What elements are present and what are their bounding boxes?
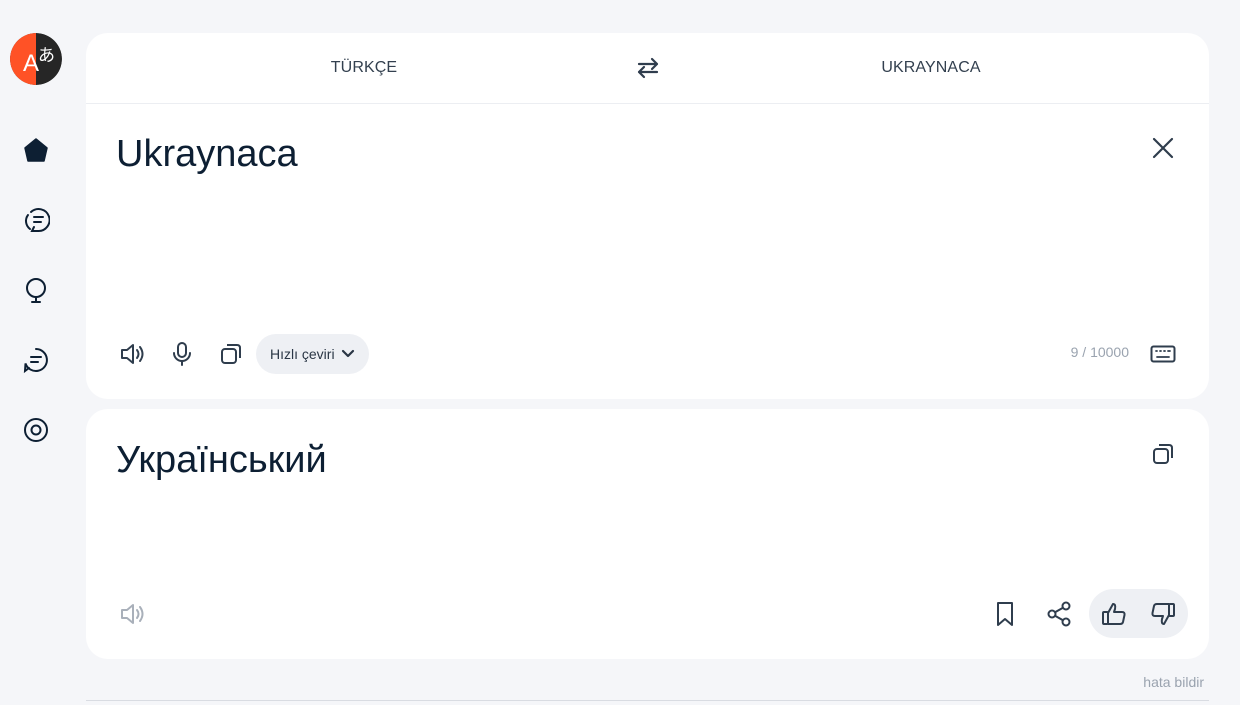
- thumbs-down-icon: [1151, 603, 1175, 625]
- svg-text:A: A: [23, 50, 39, 77]
- source-language-button[interactable]: TÜRKÇE: [264, 33, 464, 103]
- keyboard-icon: [1150, 345, 1176, 363]
- quick-translate-label: Hızlı çeviri: [270, 346, 335, 362]
- clear-button[interactable]: [1146, 131, 1180, 165]
- translator-logo-icon[interactable]: A あ: [10, 33, 62, 85]
- listen-translation-button[interactable]: [116, 597, 150, 631]
- report-error-link[interactable]: hata bildir: [1143, 674, 1204, 690]
- thumbs-down-button[interactable]: [1146, 597, 1180, 631]
- sidebar-item-home[interactable]: [20, 134, 52, 166]
- lightbulb-icon: [26, 278, 46, 303]
- speaker-icon: [121, 604, 144, 624]
- home-icon: [24, 138, 48, 162]
- chevron-down-icon: [341, 349, 355, 359]
- copy-icon: [1153, 444, 1173, 464]
- svg-text:あ: あ: [38, 46, 55, 66]
- source-text-input[interactable]: Ukraynaca: [116, 133, 298, 176]
- document-icon: [23, 348, 48, 374]
- quick-translate-dropdown[interactable]: Hızlı çeviri: [256, 334, 369, 374]
- language-bar: TÜRKÇE UKRAYNACA: [86, 33, 1209, 104]
- microphone-icon: [173, 342, 191, 366]
- share-button[interactable]: [1042, 597, 1076, 631]
- bookmark-icon: [997, 602, 1013, 626]
- sidebar-item-dialogue[interactable]: [20, 204, 52, 236]
- listen-source-button[interactable]: [116, 337, 150, 371]
- swap-languages-button[interactable]: [631, 52, 665, 84]
- copy-translation-button[interactable]: [1146, 437, 1180, 471]
- bookmark-button[interactable]: [988, 597, 1022, 631]
- chat-bubbles-icon: [25, 208, 50, 233]
- swap-arrows-icon: [637, 57, 659, 79]
- virtual-keyboard-button[interactable]: [1146, 337, 1180, 371]
- speaker-icon: [121, 344, 144, 364]
- close-icon: [1152, 137, 1174, 159]
- voice-input-button[interactable]: [165, 337, 199, 371]
- copy-source-button[interactable]: [214, 337, 248, 371]
- character-counter: 9 / 10000: [1070, 344, 1129, 360]
- translation-output: Український: [116, 439, 327, 481]
- thumbs-up-icon: [1102, 603, 1126, 625]
- sidebar-item-documents[interactable]: [20, 344, 52, 376]
- footer-divider: [86, 700, 1209, 701]
- result-panel: Український: [86, 409, 1209, 659]
- source-panel: TÜRKÇE UKRAYNACA Ukraynaca Hızlı çeviri …: [86, 33, 1209, 399]
- target-language-button[interactable]: UKRAYNACA: [831, 33, 1031, 103]
- copy-icon: [221, 344, 241, 364]
- camera-icon: [24, 418, 48, 442]
- thumbs-up-button[interactable]: [1097, 597, 1131, 631]
- sidebar-item-camera[interactable]: [20, 414, 52, 446]
- sidebar-item-ideas[interactable]: [20, 274, 52, 306]
- share-icon: [1047, 601, 1071, 627]
